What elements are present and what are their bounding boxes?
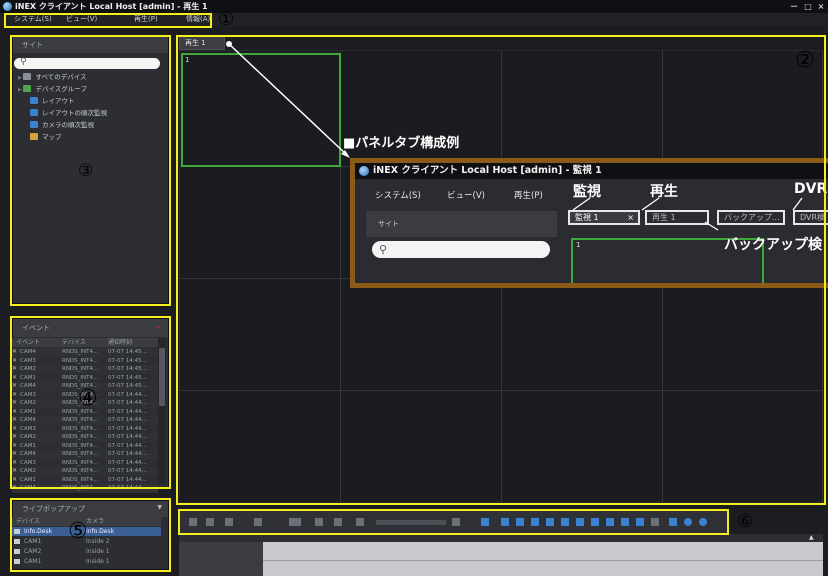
- example-callout-lines: [572, 197, 803, 231]
- badge-3: ③: [78, 161, 94, 181]
- layout-dropdown-icon[interactable]: [651, 518, 659, 526]
- playback-toolbar: [179, 510, 728, 534]
- step-back-icon[interactable]: [315, 518, 323, 526]
- timeline-track[interactable]: [263, 542, 823, 576]
- layout-1-icon[interactable]: [481, 518, 489, 526]
- layout-36-icon[interactable]: [636, 518, 644, 526]
- list-icon[interactable]: [225, 518, 233, 526]
- playback-tab-label: 再生: [650, 184, 678, 200]
- speed-slider[interactable]: [376, 520, 446, 525]
- badge-2: ②: [795, 48, 815, 73]
- export-icon[interactable]: [254, 518, 262, 526]
- speed-reset-icon[interactable]: [452, 518, 460, 526]
- timeline-expand-icon[interactable]: ▲: [809, 534, 814, 541]
- edit-icon[interactable]: [206, 518, 214, 526]
- fullscreen-icon[interactable]: [669, 518, 677, 526]
- layout-25-icon[interactable]: [621, 518, 629, 526]
- next-page-icon[interactable]: [699, 518, 707, 526]
- live-tab-label: 監視: [573, 184, 601, 200]
- step-forward-icon[interactable]: [334, 518, 342, 526]
- timeline[interactable]: ▲: [179, 534, 823, 576]
- layout-6-icon[interactable]: [516, 518, 524, 526]
- layout-13-icon[interactable]: [576, 518, 584, 526]
- layout-20-icon[interactable]: [606, 518, 614, 526]
- layout-4-icon[interactable]: [501, 518, 509, 526]
- rewind-icon[interactable]: [289, 518, 301, 526]
- previous-page-icon[interactable]: [684, 518, 692, 526]
- snapshot-icon[interactable]: [189, 518, 197, 526]
- timeline-divider: [263, 560, 823, 561]
- backup-tab-label: バックアップ検: [724, 237, 822, 253]
- layout-16-icon[interactable]: [591, 518, 599, 526]
- layout-10-icon[interactable]: [561, 518, 569, 526]
- dvr-tab-label: DVR: [794, 181, 828, 197]
- badge-4: ④: [78, 386, 98, 411]
- badge-1: ①: [218, 9, 235, 30]
- badge-6: ⑥: [737, 511, 754, 532]
- play-icon[interactable]: [356, 518, 364, 526]
- timeline-header: [179, 534, 823, 542]
- badge-5: ⑤: [68, 519, 88, 544]
- layout-9-icon[interactable]: [546, 518, 554, 526]
- layout-8-icon[interactable]: [531, 518, 539, 526]
